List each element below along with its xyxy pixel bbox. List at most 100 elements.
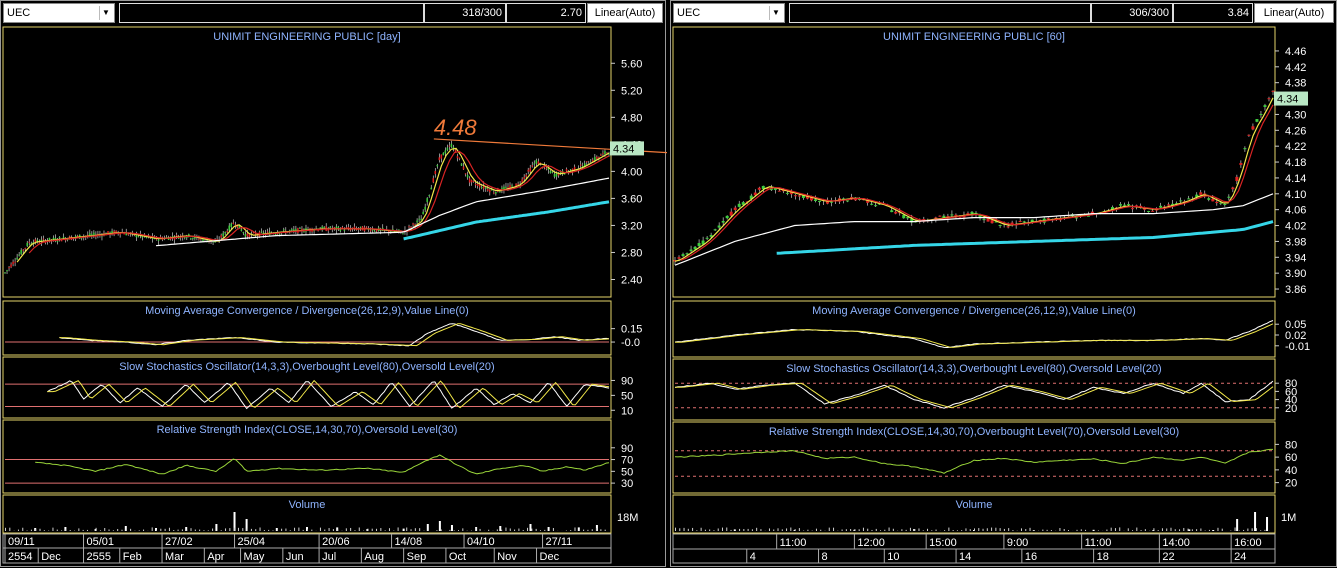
y-tick-label: 4.00 <box>621 166 642 178</box>
volume-bar <box>350 528 351 531</box>
candle-body <box>12 262 14 265</box>
candle-body <box>10 264 12 267</box>
candle-body <box>870 204 873 205</box>
volume-bar <box>281 529 282 531</box>
volume-bar <box>255 529 256 531</box>
volume-bar <box>705 530 706 531</box>
candle-body <box>778 191 781 192</box>
chevron-down-icon[interactable]: ▼ <box>99 6 112 20</box>
volume-bar <box>96 528 97 531</box>
candle-body <box>686 253 689 254</box>
y-tick-label: 3.94 <box>1285 252 1306 264</box>
volume-bar <box>1192 529 1193 531</box>
volume-bar <box>354 530 355 531</box>
volume-bar <box>605 530 606 531</box>
volume-bar <box>889 528 890 531</box>
volume-bar <box>876 529 877 531</box>
candle-body <box>991 220 994 223</box>
y-tick-label: 4.02 <box>1285 221 1306 233</box>
volume-bar <box>833 528 834 531</box>
x-tick-label: May <box>244 551 265 563</box>
x-tick-label: 14 <box>959 551 971 563</box>
candle-body <box>457 156 459 158</box>
candle-body <box>690 250 693 251</box>
candle-body <box>1227 197 1230 198</box>
volume-bar <box>1196 529 1197 531</box>
pane-title: Slow Stochastics Oscillator(14,3,3),Over… <box>119 361 494 373</box>
volume-bar <box>1260 530 1261 531</box>
volume-bar <box>436 530 437 531</box>
candle-body <box>408 226 410 227</box>
volume-bar <box>579 529 580 531</box>
candle-body <box>938 216 941 217</box>
volume-bar <box>778 528 779 531</box>
daily-chart-svg[interactable]: UNIMIT ENGINEERING PUBLIC [day]5.605.204… <box>1 25 667 568</box>
volume-bar <box>709 529 710 531</box>
y-tick-label: 4.80 <box>621 112 642 124</box>
volume-bar <box>277 530 278 531</box>
volume-bar <box>117 529 118 531</box>
chevron-down-icon[interactable]: ▼ <box>769 6 782 20</box>
volume-bar <box>208 530 209 531</box>
y-tick-label: 4.14 <box>1285 173 1306 185</box>
volume-bar <box>458 530 459 531</box>
volume-bar <box>910 528 911 531</box>
volume-bar <box>587 530 588 531</box>
hourly-chart-svg[interactable]: UNIMIT ENGINEERING PUBLIC [60]4.464.424.… <box>671 25 1337 568</box>
volume-bar <box>1158 530 1159 531</box>
candle-body <box>26 243 28 246</box>
x-tick-label: 09/11 <box>8 536 35 548</box>
candle-body <box>226 231 228 232</box>
candle-body <box>323 227 325 228</box>
candle-body <box>426 198 428 202</box>
volume-bar <box>143 530 144 531</box>
pane-frame <box>673 27 1275 297</box>
volume-bar <box>337 529 338 531</box>
volume-bar <box>1162 528 1163 531</box>
scale-mode-button[interactable]: Linear(Auto) <box>587 3 663 23</box>
candle-body <box>1263 105 1266 107</box>
x-tick-label: 10 <box>887 551 899 563</box>
volume-bar <box>846 529 847 531</box>
scale-mode-button[interactable]: Linear(Auto) <box>1254 3 1334 23</box>
candle-body <box>534 163 536 164</box>
x-tick-label: Jun <box>286 551 304 563</box>
volume-bar <box>553 528 554 531</box>
volume-bar <box>480 529 481 531</box>
candle-body <box>722 221 725 223</box>
candle-body <box>443 153 445 156</box>
volume-bar <box>428 529 429 531</box>
empty-field <box>789 3 1091 23</box>
candle-body <box>344 230 346 231</box>
candle-body <box>1223 204 1226 205</box>
symbol-select[interactable]: UEC ▼ <box>3 3 115 23</box>
volume-bar <box>139 530 140 531</box>
candle-body <box>253 232 255 233</box>
volume-bar <box>1111 528 1112 531</box>
y-tick-label: 0.15 <box>621 324 642 336</box>
volume-bar <box>842 529 843 531</box>
candle-body <box>1119 204 1122 205</box>
candle-body <box>734 208 737 210</box>
candle-body <box>818 201 821 202</box>
moving-average-line <box>29 151 609 253</box>
pane-title: Volume <box>289 499 326 511</box>
candle-body <box>1219 203 1222 204</box>
candle-body <box>495 192 497 194</box>
candle-body <box>202 239 204 241</box>
volume-bar <box>1000 528 1001 531</box>
volume-bar <box>109 529 110 531</box>
candle-body <box>22 250 24 251</box>
volume-bar <box>234 528 235 531</box>
candle-body <box>1159 206 1162 208</box>
volume-bar <box>264 530 265 531</box>
volume-bar <box>203 530 204 531</box>
y-tick-label: 20 <box>1285 403 1297 415</box>
candle-body <box>477 184 479 186</box>
symbol-select[interactable]: UEC ▼ <box>673 3 785 23</box>
volume-bar <box>441 529 442 531</box>
x-tick-label: 11:00 <box>1085 537 1112 549</box>
candle-body <box>554 174 556 177</box>
y-tick-label: 4.06 <box>1285 205 1306 217</box>
candle-body <box>531 165 533 166</box>
